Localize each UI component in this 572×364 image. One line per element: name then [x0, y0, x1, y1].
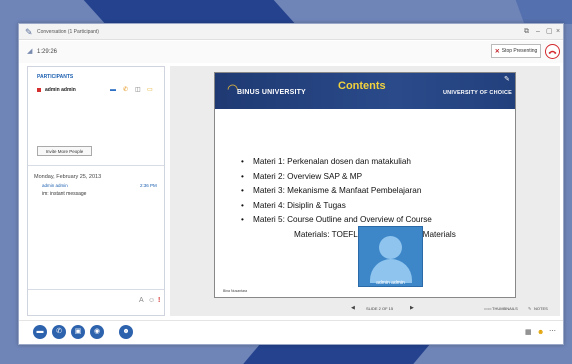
- pen-icon[interactable]: ✎: [504, 76, 510, 84]
- participant-name: admin admin: [45, 87, 76, 93]
- call-status-bar: ◢ 1:29:26 ✕ Stop Presenting: [19, 41, 563, 63]
- slide-navigation: ◀ SLIDE 2 OF 15 ▶ ▭▭ THUMBNAILS ✎ NOTES: [170, 304, 560, 314]
- divider: [28, 165, 164, 166]
- message-sender: admin admin: [42, 183, 68, 188]
- font-icon[interactable]: A: [139, 297, 144, 305]
- camera-icon: ◉: [93, 328, 101, 335]
- conversation-window: ✎ Conversation (1 Participant) ⧉ – ▢ × ◢…: [18, 23, 564, 345]
- layout-icon[interactable]: ▦: [525, 329, 532, 337]
- stop-presenting-label: Stop Presenting: [501, 48, 538, 54]
- bullet-text: Materi 3: Mekanisme & Manfaat Pembelajar…: [253, 186, 422, 196]
- conversation-app-icon: ✎: [25, 27, 33, 37]
- slide-bullet: • Materi 1: Perkenalan dosen dan matakuli…: [241, 155, 511, 170]
- slide-title: Contents: [338, 80, 386, 92]
- slide-bullet: • Materi 3: Mekanisme & Manfaat Pembelaja…: [241, 184, 511, 199]
- stop-icon: ✕: [494, 48, 500, 55]
- title-bar: ✎ Conversation (1 Participant) ⧉ – ▢ ×: [19, 24, 563, 40]
- self-video-preview[interactable]: admin admin: [358, 226, 423, 287]
- avatar-silhouette-icon: [379, 236, 402, 259]
- slide-bullet-continuation: Materials: TOEFL & Market Leader Materia…: [294, 230, 456, 239]
- more-options-icon[interactable]: ⋯: [549, 328, 556, 336]
- previous-slide-icon[interactable]: ◀: [351, 304, 355, 312]
- bullet-icon: •: [241, 157, 244, 166]
- call-button[interactable]: ✆: [52, 325, 66, 339]
- bullet-text: Materi 4: Disiplin & Tugas: [253, 200, 346, 210]
- importance-icon[interactable]: !: [158, 297, 160, 305]
- bullet-text: Materi 2: Overview SAP & MP: [253, 171, 363, 181]
- slide-header: ◠ BINUS UNIVERSITY Contents UNIVERSITY O…: [215, 73, 515, 109]
- background-stripe: [515, 0, 572, 24]
- slide-footer: Bina Nusantara: [223, 289, 248, 293]
- video-icon: ◫: [135, 87, 141, 93]
- monitor-icon: ▬: [110, 87, 116, 93]
- slide-logo-text: BINUS UNIVERSITY: [237, 89, 306, 96]
- presence-status-indicator: [37, 88, 41, 92]
- conversation-toolbar: ▬ ✆ ▣ ◉ ☻ ▦ ☻ ⋯: [19, 320, 563, 344]
- slide-bullet: • Materi 4: Disiplin & Tugas: [241, 199, 511, 214]
- im-button[interactable]: ▬: [33, 325, 47, 339]
- people-button[interactable]: ☻: [119, 325, 133, 339]
- participant-row[interactable]: admin admin ▬ ✆ ◫ ▭: [37, 85, 161, 97]
- slide-counter: SLIDE 2 OF 15: [366, 306, 394, 311]
- window-title: Conversation (1 Participant): [37, 29, 99, 35]
- phone-icon: ✆: [123, 87, 129, 93]
- bullet-text: Materi 5: Course Outline and Overview of…: [253, 215, 432, 225]
- video-participant-name: admin admin: [376, 280, 405, 286]
- hang-up-icon: [548, 50, 557, 54]
- conversation-date: Monday, February 25, 2013: [34, 174, 102, 180]
- notes-button[interactable]: NOTES: [534, 305, 548, 312]
- message-time: 2:36 PM: [140, 183, 157, 188]
- close-icon[interactable]: ×: [556, 27, 560, 36]
- notes-icon[interactable]: ✎: [528, 305, 531, 312]
- im-icon: ▬: [36, 328, 44, 335]
- signal-icon: ◢: [27, 48, 33, 55]
- message-input-divider: [28, 289, 164, 290]
- camera-button[interactable]: ◉: [90, 325, 104, 339]
- maximize-icon[interactable]: ▢: [546, 27, 553, 36]
- message-text: im: instant message: [42, 191, 87, 197]
- minimize-icon[interactable]: –: [536, 27, 540, 36]
- stop-presenting-button[interactable]: ✕ Stop Presenting: [491, 44, 541, 58]
- status-icon[interactable]: ☻: [537, 329, 544, 337]
- present-icon: ▣: [74, 328, 82, 335]
- call-icon: ✆: [56, 328, 62, 335]
- bullet-icon: •: [241, 215, 244, 225]
- bullet-text: Materi 1: Perkenalan dosen dan matakulia…: [253, 157, 411, 166]
- participants-pane: PARTICIPANTS admin admin ▬ ✆ ◫ ▭ Invite …: [27, 66, 165, 316]
- emoticon-icon[interactable]: ☺: [148, 297, 155, 305]
- bullet-icon: •: [241, 200, 244, 210]
- invite-more-people-button[interactable]: Invite More People: [37, 146, 92, 156]
- contact-card-icon: ▭: [147, 87, 153, 93]
- call-timer: 1:29:26: [37, 49, 58, 55]
- thumbnails-icon[interactable]: ▭▭: [484, 305, 492, 312]
- thumbnails-button[interactable]: THUMBNAILS: [492, 305, 518, 312]
- end-call-button[interactable]: [545, 44, 560, 59]
- bullet-icon: •: [241, 171, 244, 181]
- restore-icon[interactable]: ⧉: [524, 27, 529, 36]
- slide-bullet-list: • Materi 1: Perkenalan dosen dan matakuli…: [241, 155, 511, 228]
- people-icon: ☻: [122, 328, 130, 335]
- present-button[interactable]: ▣: [71, 325, 85, 339]
- next-slide-icon[interactable]: ▶: [410, 304, 414, 312]
- bullet-icon: •: [241, 186, 244, 196]
- background-stripe: [74, 0, 296, 24]
- slide-tagline: UNIVERSITY OF CHOICE: [443, 90, 512, 96]
- slide-bullet: • Materi 2: Overview SAP & MP: [241, 170, 511, 185]
- participants-heading: PARTICIPANTS: [37, 74, 74, 80]
